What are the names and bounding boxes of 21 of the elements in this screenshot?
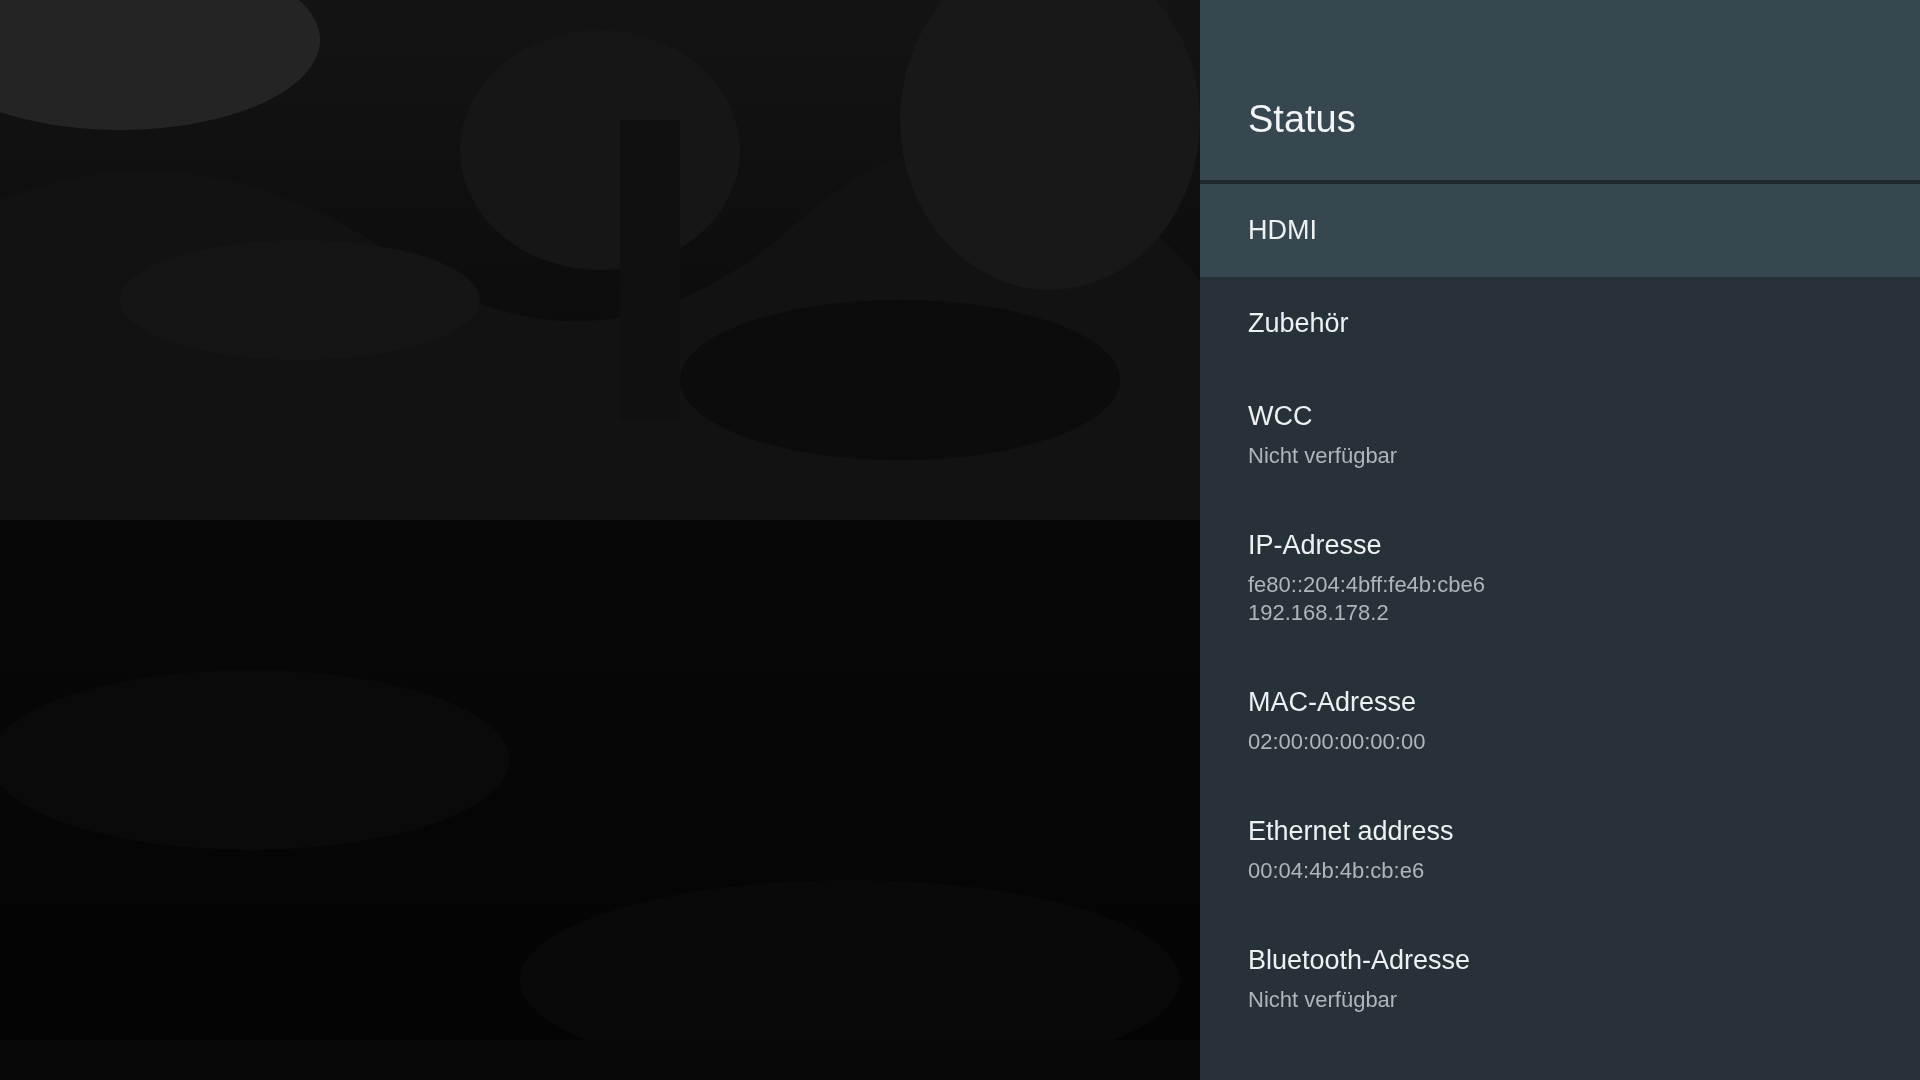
item-title: Ethernet address bbox=[1248, 815, 1454, 848]
item-summary: fe80::204:4bff:fe4b:cbe6 bbox=[1248, 571, 1485, 599]
settings-item[interactable]: Bluetooth-Adresse Nicht verfügbar bbox=[1200, 914, 1920, 1043]
settings-item[interactable]: IP-Adresse fe80::204:4bff:fe4b:cbe6 192.168.178.2 bbox=[1200, 499, 1920, 656]
item-summary: 192.168.178.2 bbox=[1248, 599, 1389, 627]
item-summary: 00:04:4b:4b:cb:e6 bbox=[1248, 857, 1425, 885]
item-title: MAC-Adresse bbox=[1248, 686, 1417, 719]
item-summary: Nicht verfügbar bbox=[1248, 442, 1398, 470]
settings-item[interactable]: HDMI bbox=[1200, 184, 1920, 277]
item-title: HDMI bbox=[1248, 214, 1317, 247]
item-title: Bluetooth-Adresse bbox=[1248, 944, 1471, 977]
item-summary: 02:00:00:00:00:00 bbox=[1248, 728, 1426, 756]
panel-title: Status bbox=[1248, 97, 1356, 142]
item-title: IP-Adresse bbox=[1248, 529, 1382, 562]
settings-item[interactable]: Ethernet address 00:04:4b:4b:cb:e6 bbox=[1200, 785, 1920, 914]
settings-item[interactable]: WCC Nicht verfügbar bbox=[1200, 370, 1920, 499]
settings-item[interactable]: MAC-Adresse 02:00:00:00:00:00 bbox=[1200, 656, 1920, 785]
item-title: WCC bbox=[1248, 400, 1313, 433]
settings-item[interactable]: Zubehör bbox=[1200, 277, 1920, 370]
item-summary: Nicht verfügbar bbox=[1248, 986, 1398, 1014]
item-title: Zubehör bbox=[1248, 307, 1349, 340]
